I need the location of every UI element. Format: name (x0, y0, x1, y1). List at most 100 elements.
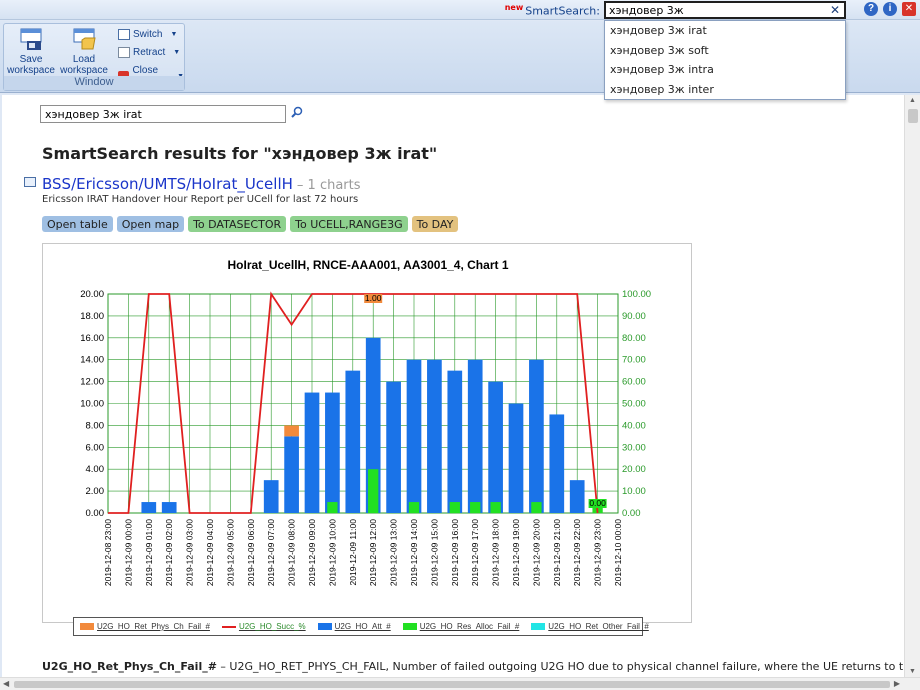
chart-panel: HoIrat_UcellH, RNCE-AAA001, AA3001_4, Ch… (42, 243, 692, 636)
x-tick-label: 2019-12-09 17:00 (470, 519, 480, 586)
data-label: 1.00 (365, 293, 382, 303)
group-caption: Window (4, 76, 184, 90)
load-workspace-button[interactable]: Load workspace (59, 27, 109, 76)
legend-item: U2G_HO_Res_Alloc_Fail_# (402, 622, 519, 631)
bar-res-alloc-fail (327, 502, 338, 513)
retract-button[interactable]: Retract ▼ (118, 47, 180, 58)
y-tick-label-left: 0.00 (86, 508, 105, 519)
y-tick-label-left: 4.00 (86, 464, 105, 475)
y-tick-label-right: 100.00 (622, 289, 651, 300)
open-table-button[interactable]: Open table (42, 216, 113, 232)
scroll-up-icon[interactable]: ▲ (909, 97, 916, 104)
to-ucell-range3g-button[interactable]: To UCELL,RANGE3G (290, 216, 408, 232)
suggestion-item[interactable]: хэндовер 3ж inter (605, 80, 845, 100)
x-tick-label: 2019-12-09 20:00 (531, 519, 541, 586)
result-description: Ericsson IRAT Handover Hour Report per U… (42, 194, 359, 205)
legend-item: U2G_HO_Ret_Phys_Ch_Fail_# (80, 622, 210, 631)
close-icon[interactable]: ✕ (902, 2, 916, 16)
y-tick-label-left: 8.00 (86, 420, 105, 431)
window-group: Save workspace Load workspace Switch ▼ R… (3, 23, 185, 91)
y-tick-label-left: 2.00 (86, 486, 105, 497)
y-tick-label-left: 12.00 (80, 377, 104, 388)
bar-att (406, 359, 422, 513)
chevron-down-icon: ▼ (170, 31, 178, 38)
suggestion-item[interactable]: хэндовер 3ж soft (605, 41, 845, 61)
bar-res-alloc-fail (470, 502, 481, 513)
scroll-down-icon[interactable]: ▼ (909, 668, 916, 675)
window-controls: ? i ✕ (864, 2, 916, 16)
bar-res-alloc-fail (449, 502, 460, 513)
y-tick-label-right: 10.00 (622, 486, 646, 497)
chart-legend: U2G_HO_Ret_Phys_Ch_Fail_# U2G_HO_Succ_% … (73, 617, 649, 636)
switch-button[interactable]: Switch ▼ (118, 29, 177, 40)
x-tick-label: 2019-12-09 02:00 (164, 519, 174, 586)
help-icon[interactable]: ? (864, 2, 878, 16)
search-icon[interactable] (291, 106, 303, 118)
bar-att (345, 370, 361, 513)
load-folder-icon (71, 27, 97, 51)
bar-att (427, 359, 442, 513)
new-badge: new (504, 3, 524, 12)
smartsearch-label: new SmartSearch: (504, 3, 600, 18)
y-tick-label-left: 16.00 (80, 333, 104, 344)
chart-icon (24, 177, 36, 187)
bar-att (488, 381, 503, 513)
bar-res-alloc-fail (408, 502, 420, 513)
x-tick-label: 2019-12-09 13:00 (389, 519, 399, 586)
y-tick-label-right: 0.00 (622, 508, 641, 519)
search-input[interactable]: хэндовер 3ж irat (40, 105, 286, 123)
suggestion-item[interactable]: хэндовер 3ж intra (605, 60, 845, 80)
scroll-thumb[interactable] (14, 681, 890, 688)
scroll-right-icon[interactable]: ▶ (894, 679, 900, 688)
x-tick-label: 2019-12-09 12:00 (368, 519, 378, 586)
y-tick-label-left: 18.00 (80, 311, 104, 322)
legend-item: U2G_HO_Succ_% (221, 622, 306, 631)
bar-phys-ch-fail (284, 425, 299, 437)
x-tick-label: 2019-12-09 21:00 (552, 519, 562, 586)
to-day-button[interactable]: To DAY (411, 216, 459, 232)
x-tick-label: 2019-12-09 14:00 (409, 519, 419, 586)
bar-att (447, 370, 463, 513)
bar-att (263, 480, 279, 513)
x-tick-label: 2019-12-09 06:00 (246, 519, 256, 586)
y-tick-label-left: 14.00 (80, 355, 104, 366)
bar-att (161, 502, 177, 513)
scroll-left-icon[interactable]: ◀ (3, 679, 9, 688)
x-tick-label: 2019-12-09 05:00 (225, 519, 235, 586)
result-link[interactable]: BSS/Ericsson/UMTS/HoIrat_UcellH – 1 chart… (42, 175, 361, 193)
chart: HoIrat_UcellH, RNCE-AAA001, AA3001_4, Ch… (80, 258, 651, 586)
bar-att (529, 359, 544, 513)
x-tick-label: 2019-12-09 10:00 (327, 519, 337, 586)
vertical-scrollbar[interactable]: ▲ ▼ (904, 95, 920, 677)
y-tick-label-right: 40.00 (622, 420, 646, 431)
results-title: SmartSearch results for "хэндовер 3ж ira… (42, 144, 438, 163)
x-tick-label: 2019-12-10 00:00 (613, 519, 623, 586)
info-icon[interactable]: i (883, 2, 897, 16)
suggestion-item[interactable]: хэндовер 3ж irat (605, 21, 845, 41)
x-tick-label: 2019-12-09 00:00 (123, 519, 133, 586)
y-tick-label-right: 80.00 (622, 333, 646, 344)
bar-att (304, 392, 320, 513)
smartsearch-input[interactable]: хэндовер 3ж ✕ (604, 1, 846, 19)
scroll-thumb[interactable] (908, 109, 918, 123)
legend-item: U2G_HO_Ret_Other_Fail_# (531, 622, 649, 631)
action-buttons: Open table Open map To DATASECTOR To UCE… (42, 216, 459, 232)
open-map-button[interactable]: Open map (116, 216, 185, 232)
bar-att (325, 392, 340, 513)
bar-att (284, 436, 299, 513)
horizontal-scrollbar[interactable]: ◀ ▶ (0, 677, 920, 690)
y-tick-label-left: 10.00 (80, 399, 104, 410)
chart-title: HoIrat_UcellH, RNCE-AAA001, AA3001_4, Ch… (228, 258, 509, 272)
y-tick-label-left: 6.00 (86, 442, 105, 453)
bar-att (569, 480, 585, 513)
x-tick-label: 2019-12-09 23:00 (593, 519, 603, 586)
top-bar: new SmartSearch: хэндовер 3ж ✕ ? i ✕ (0, 0, 920, 20)
y-tick-label-right: 30.00 (622, 442, 646, 453)
content-area: хэндовер 3ж irat SmartSearch results for… (2, 95, 904, 677)
save-workspace-button[interactable]: Save workspace (6, 27, 56, 76)
to-datasector-button[interactable]: To DATASECTOR (188, 216, 287, 232)
series-description: U2G_HO_Ret_Phys_Ch_Fail_# – U2G_HO_RET_P… (42, 660, 904, 673)
y-tick-label-right: 90.00 (622, 311, 646, 322)
clear-icon[interactable]: ✕ (830, 3, 840, 17)
x-tick-label: 2019-12-09 08:00 (287, 519, 297, 586)
